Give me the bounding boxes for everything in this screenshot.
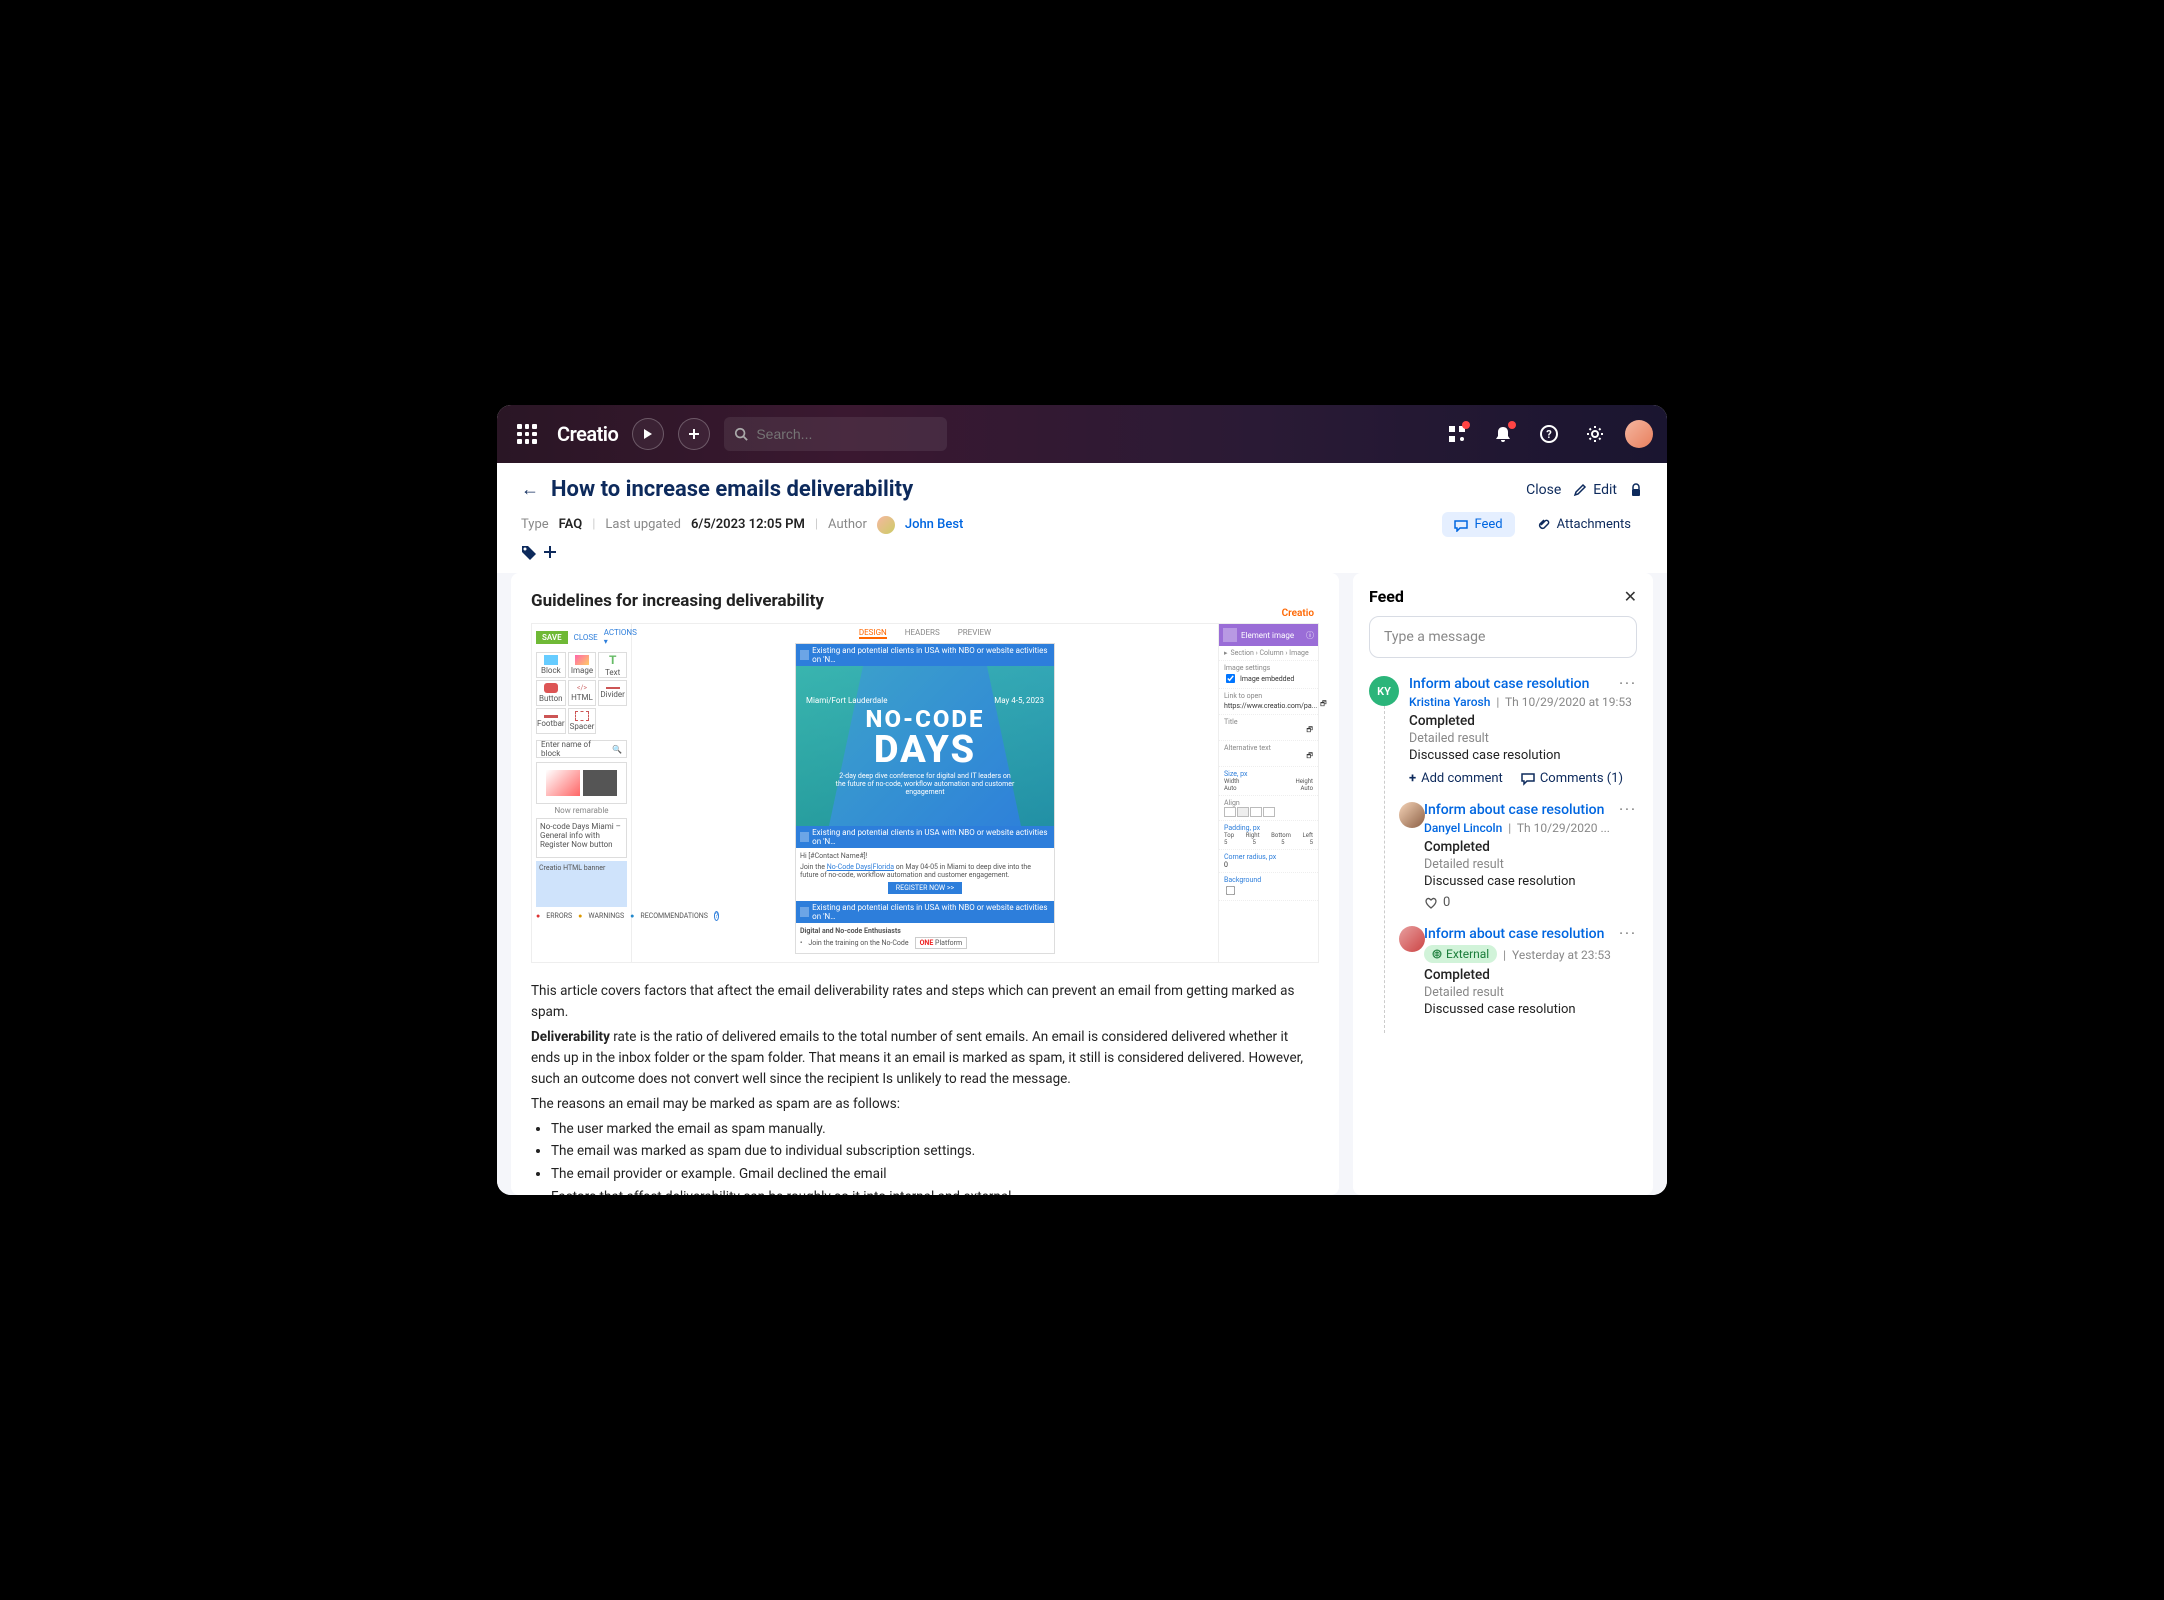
feed-item: Inform about case resolution ··· Externa…: [1424, 926, 1637, 1017]
help-icon[interactable]: ?: [1533, 418, 1565, 450]
heart-icon: [1424, 896, 1438, 910]
add-tag-button[interactable]: [543, 545, 557, 561]
tab-attachments[interactable]: Attachments: [1525, 512, 1643, 537]
designer-left-panel: SAVE CLOSE ACTIONS ▾ Block Image TText B…: [532, 624, 632, 962]
list-item: The email was marked as spam due to indi…: [551, 1141, 1319, 1162]
feed-item-status: Completed: [1424, 967, 1637, 983]
app-window: Creatio ? ← How to increase email: [497, 405, 1667, 1195]
feed-panel: Feed ✕ Type a message KY Inform about ca…: [1353, 573, 1653, 1195]
feed-item-status: Completed: [1409, 713, 1637, 729]
globe-icon: [1432, 949, 1442, 959]
feed-item-title[interactable]: Inform about case resolution: [1424, 926, 1604, 942]
feed-item-title[interactable]: Inform about case resolution: [1409, 676, 1589, 692]
close-button[interactable]: Close: [1526, 482, 1561, 498]
user-avatar[interactable]: [1625, 420, 1653, 448]
body: Guidelines for increasing deliverability…: [497, 573, 1667, 1195]
feed-item: Inform about case resolution ··· Danyel …: [1424, 802, 1637, 910]
search-input[interactable]: [756, 426, 937, 442]
svg-text:?: ?: [1546, 428, 1552, 441]
designer-canvas: DESIGN HEADERS PREVIEW Existing and pote…: [632, 624, 1218, 962]
type-label: Type: [521, 517, 549, 532]
feed-item-author[interactable]: Kristina Yarosh: [1409, 695, 1490, 709]
comment-icon: [1521, 772, 1535, 786]
list-item: The user marked the email as spam manual…: [551, 1119, 1319, 1140]
search-box[interactable]: [724, 417, 947, 451]
feed-icon: [1454, 518, 1468, 532]
feed-avatar: KY: [1369, 676, 1399, 706]
feed-item-detail: Detailed result: [1424, 857, 1637, 872]
feed-item-author[interactable]: Danyel Lincoln: [1424, 821, 1502, 835]
external-badge: External: [1424, 945, 1497, 963]
close-icon[interactable]: ✕: [1624, 587, 1637, 606]
page-title: How to increase emails deliverability: [551, 477, 1514, 502]
logo: Creatio: [557, 422, 618, 446]
feed-message-input[interactable]: Type a message: [1369, 616, 1637, 658]
feed-avatar: [1399, 802, 1425, 828]
app-launcher-icon[interactable]: [511, 418, 543, 450]
tag-icon[interactable]: [521, 545, 537, 561]
feed-item-timestamp: Yesterday at 23:53: [1512, 948, 1611, 962]
tab-feed[interactable]: Feed: [1442, 512, 1514, 537]
article-reasons: The reasons an email may be marked as sp…: [531, 1094, 1319, 1115]
comments-button[interactable]: Comments (1): [1521, 771, 1623, 786]
meta-row: Type FAQ | Last upgated 6/5/2023 12:05 P…: [497, 508, 1667, 545]
notifications-icon[interactable]: [1487, 418, 1519, 450]
add-button[interactable]: [678, 418, 710, 450]
play-button[interactable]: [632, 418, 664, 450]
search-icon: [734, 427, 748, 441]
more-icon[interactable]: ···: [1619, 926, 1637, 942]
feed-item-status: Completed: [1424, 839, 1637, 855]
more-icon[interactable]: ···: [1619, 676, 1637, 692]
feed-item-desc: Discussed case resolution: [1409, 748, 1637, 763]
topbar: Creatio ?: [497, 405, 1667, 463]
feed-item-desc: Discussed case resolution: [1424, 874, 1637, 889]
feed-item-detail: Detailed result: [1409, 731, 1637, 746]
pencil-icon: [1573, 483, 1587, 497]
list-item: Factors that affect deliverability can b…: [551, 1187, 1319, 1195]
updated-label: Last upgated: [605, 517, 681, 532]
article-bullets: The user marked the email as spam manual…: [531, 1119, 1319, 1195]
type-value: FAQ: [559, 517, 583, 532]
add-comment-button[interactable]: +Add comment: [1409, 771, 1503, 786]
lock-icon[interactable]: [1629, 483, 1643, 497]
feed-item-timestamp: Th 10/29/2020 ...: [1517, 821, 1610, 835]
author-link[interactable]: John Best: [905, 517, 963, 532]
tag-row: [497, 545, 1667, 573]
page-header: ← How to increase emails deliverability …: [497, 463, 1667, 508]
feed-item-detail: Detailed result: [1424, 985, 1637, 1000]
feed-item: KY Inform about case resolution ··· Kris…: [1409, 676, 1637, 786]
settings-icon[interactable]: [1579, 418, 1611, 450]
edit-button[interactable]: Edit: [1573, 482, 1617, 498]
back-button[interactable]: ←: [521, 479, 539, 500]
more-icon[interactable]: ···: [1619, 802, 1637, 818]
feed-title: Feed: [1369, 587, 1404, 606]
marketplace-icon[interactable]: [1441, 418, 1473, 450]
feed-item-timestamp: Th 10/29/2020 at 19:53: [1505, 695, 1632, 709]
article-intro: This article covers factors that aftect …: [531, 981, 1319, 1023]
feed-item-desc: Discussed case resolution: [1424, 1002, 1637, 1017]
designer-inspector: Creatio Element imageⓘ ▸ Section › Colum…: [1218, 624, 1318, 962]
list-item: The email provider or example. Gmail dec…: [551, 1164, 1319, 1185]
updated-value: 6/5/2023 12:05 PM: [691, 517, 805, 532]
designer-screenshot: SAVE CLOSE ACTIONS ▾ Block Image TText B…: [531, 623, 1319, 963]
like-row[interactable]: 0: [1424, 895, 1637, 910]
article-card: Guidelines for increasing deliverability…: [511, 573, 1339, 1195]
feed-avatar: [1399, 926, 1425, 952]
article-body: This article covers factors that aftect …: [531, 981, 1319, 1195]
feed-item-title[interactable]: Inform about case resolution: [1424, 802, 1604, 818]
author-avatar: [877, 516, 895, 534]
attachment-icon: [1537, 518, 1551, 532]
author-label: Author: [828, 517, 867, 532]
feed-thread: KY Inform about case resolution ··· Kris…: [1369, 676, 1637, 1033]
section-title: Guidelines for increasing deliverability: [531, 591, 1319, 611]
